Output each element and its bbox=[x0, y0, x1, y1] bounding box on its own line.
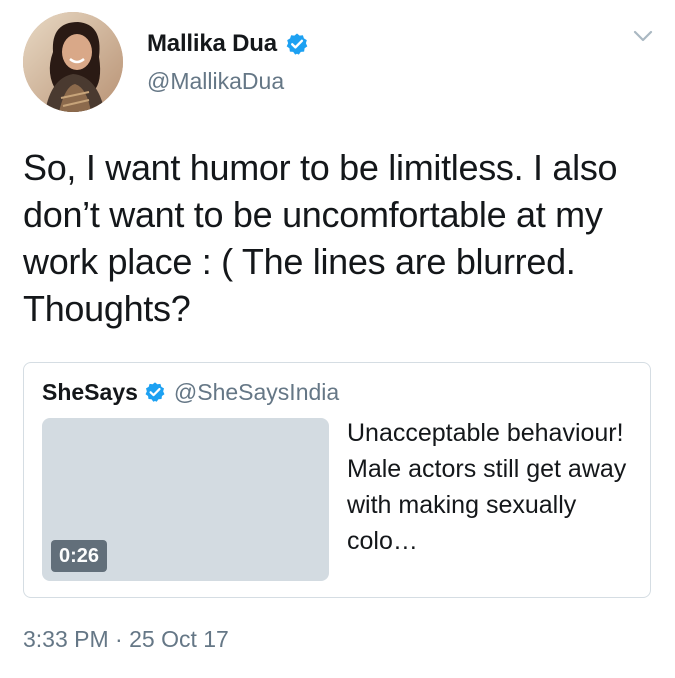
author-name-row: Mallika Dua bbox=[147, 28, 309, 60]
verified-badge-icon bbox=[285, 32, 309, 56]
quoted-tweet-header: SheSays @SheSaysIndia bbox=[42, 377, 339, 407]
verified-badge-icon bbox=[144, 381, 166, 403]
quoted-author-name: SheSays bbox=[42, 378, 138, 405]
chevron-down-icon[interactable] bbox=[630, 26, 656, 46]
author-avatar[interactable] bbox=[23, 12, 123, 112]
video-duration-badge: 0:26 bbox=[51, 540, 108, 572]
tweet-text: So, I want humor to be limitless. I also… bbox=[23, 147, 627, 329]
quoted-tweet-card[interactable]: SheSays @SheSaysIndia 0:26 Unacceptable … bbox=[23, 362, 651, 598]
tweet-timestamp[interactable]: 3:33 PM · 25 Oct 17 bbox=[23, 626, 229, 653]
tweet-card: Mallika Dua @MallikaDua So, I want humor… bbox=[0, 0, 675, 678]
author-handle[interactable]: @MallikaDua bbox=[147, 68, 284, 95]
quoted-author-handle: @SheSaysIndia bbox=[173, 378, 340, 405]
author-display-name[interactable]: Mallika Dua bbox=[147, 30, 277, 58]
avatar-image bbox=[23, 12, 123, 112]
video-thumbnail[interactable]: 0:26 bbox=[42, 418, 329, 581]
quoted-tweet-text: Unacceptable behaviour! Male actors stil… bbox=[347, 419, 627, 555]
